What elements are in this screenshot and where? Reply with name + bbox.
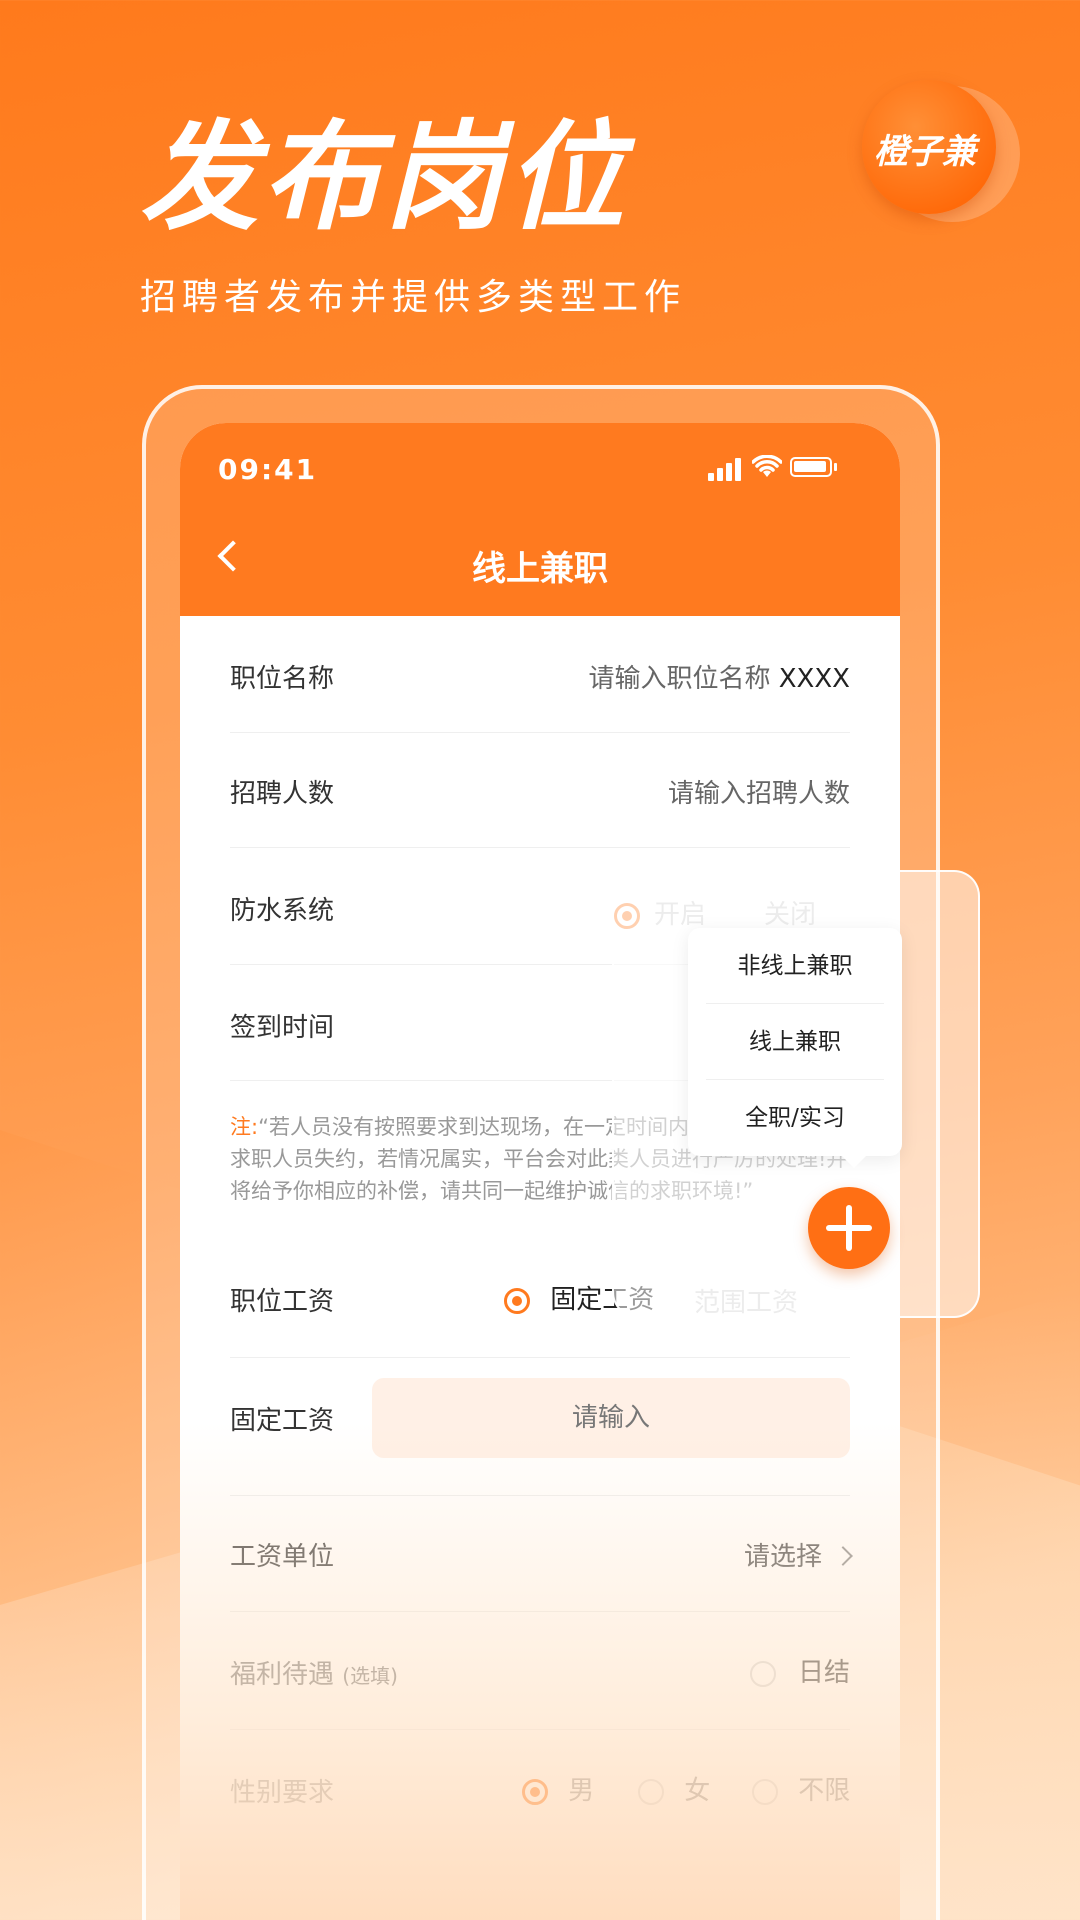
salary-unit-row[interactable]: 工资单位 请选择 <box>230 1496 853 1612</box>
app-header: 09:41 线上兼职 <box>180 423 900 616</box>
notice-prefix: 注: <box>230 1115 259 1139</box>
salary-unit-value: 请选择 <box>743 1542 822 1572</box>
radio-unselected-icon <box>638 1778 664 1805</box>
status-time: 09:41 <box>218 453 318 486</box>
menu-item-fulltime[interactable]: 全职/实习 <box>706 1080 884 1156</box>
menu-item-online[interactable]: 线上兼职 <box>706 1004 884 1080</box>
gender-male-label: 男 <box>568 1776 595 1806</box>
gender-row: 性别要求 男 女 不限 <box>230 1730 850 1848</box>
headcount-input[interactable]: 请输入招聘人数 <box>668 773 850 810</box>
ghost-salary-range: 范围工资 <box>694 1288 799 1318</box>
signal-icon <box>726 463 732 481</box>
menu-pointer <box>840 1154 868 1168</box>
job-name-row[interactable]: 职位名称 请输入职位名称 XXXX <box>230 616 850 733</box>
salary-unit-label: 工资单位 <box>230 1542 335 1572</box>
benefits-row: 福利待遇 (选填) 日结 <box>230 1612 850 1730</box>
radio-selected-icon <box>614 902 640 929</box>
status-icons <box>708 455 838 481</box>
anti-flake-label: 防水系统 <box>230 896 335 926</box>
logo-circle: 橙子兼 <box>862 80 996 214</box>
signal-icon <box>708 473 714 481</box>
job-name-typed: XXXX <box>778 664 850 694</box>
job-name-placeholder: 请输入职位名称 <box>588 664 771 694</box>
ghost-radio-on <box>614 900 640 930</box>
radio-selected-icon <box>504 1287 530 1314</box>
fixed-salary-label: 固定工资 <box>230 1406 335 1436</box>
benefits-label-note: (选填) <box>342 1664 398 1688</box>
job-name-label: 职位名称 <box>230 664 335 694</box>
gender-label: 性别要求 <box>230 1778 335 1808</box>
fixed-salary-row: 固定工资 请输入 <box>230 1358 850 1496</box>
headcount-row[interactable]: 招聘人数 请输入招聘人数 <box>230 733 850 848</box>
gender-male-option[interactable]: 男 <box>522 1770 594 1807</box>
headcount-label: 招聘人数 <box>230 779 335 809</box>
add-button[interactable] <box>808 1187 890 1269</box>
salary-type-label: 职位工资 <box>230 1287 335 1317</box>
ghost-option-on: 开启 <box>654 900 707 930</box>
logo-text: 橙子兼 <box>874 132 976 172</box>
benefits-label-text: 福利待遇 <box>230 1660 335 1690</box>
salary-unit-select[interactable]: 请选择 <box>743 1536 853 1573</box>
fixed-salary-input[interactable]: 请输入 <box>372 1378 850 1458</box>
radio-unselected-icon <box>752 1778 778 1805</box>
chevron-right-icon <box>833 1545 853 1566</box>
signal-icon <box>717 468 723 481</box>
gender-any-label: 不限 <box>798 1776 851 1806</box>
checkin-time-label: 签到时间 <box>230 1013 335 1043</box>
radio-selected-icon <box>522 1778 548 1805</box>
ghost-option-off: 关闭 <box>764 900 817 930</box>
app-logo: 橙子兼 <box>862 80 1022 240</box>
battery-icon <box>790 457 832 477</box>
job-name-input[interactable]: 请输入职位名称 XXXX <box>588 658 850 695</box>
gender-female-label: 女 <box>684 1776 711 1806</box>
benefits-daily-label: 日结 <box>797 1658 850 1688</box>
menu-item-offline[interactable]: 非线上兼职 <box>706 928 884 1004</box>
hero-title: 发布岗位 <box>140 108 629 246</box>
job-type-menu: 非线上兼职 线上兼职 全职/实习 <box>688 928 902 1156</box>
battery-tip <box>834 463 837 471</box>
gender-any-option[interactable]: 不限 <box>752 1770 850 1807</box>
gender-female-option[interactable]: 女 <box>638 1770 710 1807</box>
hero-subtitle: 招聘者发布并提供多类型工作 <box>140 277 687 318</box>
wifi-icon <box>752 455 782 477</box>
benefits-label: 福利待遇 (选填) <box>230 1654 398 1691</box>
radio-unselected-icon <box>749 1660 776 1687</box>
signal-icon <box>735 458 741 481</box>
page-title: 线上兼职 <box>472 549 608 589</box>
benefits-daily-option[interactable]: 日结 <box>749 1652 850 1689</box>
